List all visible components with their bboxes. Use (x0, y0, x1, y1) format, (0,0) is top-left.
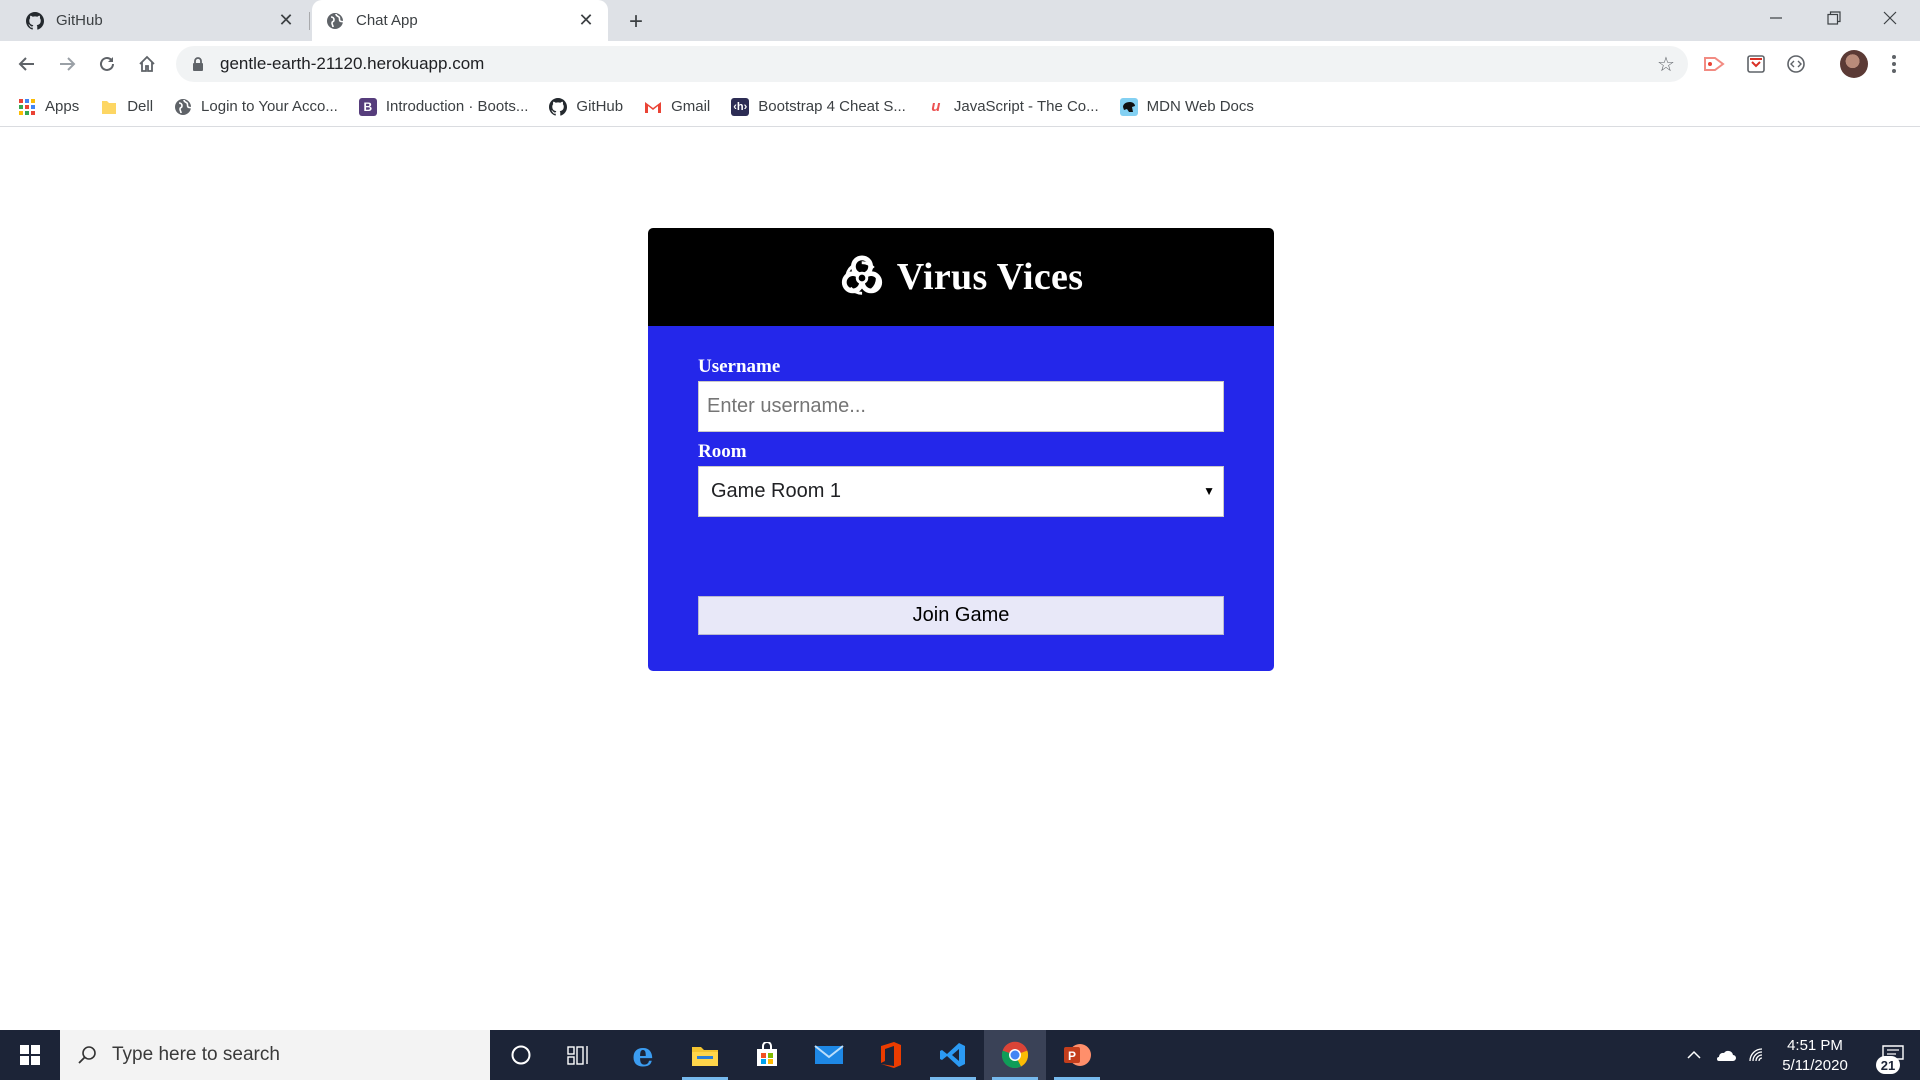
file-explorer-icon[interactable] (674, 1030, 736, 1080)
taskbar-clock[interactable]: 4:51 PM 5/11/2020 (1770, 1036, 1860, 1076)
powerpoint-icon[interactable]: P (1046, 1030, 1108, 1080)
dropdown-arrow-icon: ▼ (1203, 484, 1215, 498)
bookmark-label: Gmail (671, 98, 711, 115)
close-tab-icon[interactable]: ✕ (274, 9, 298, 33)
close-tab-icon[interactable]: ✕ (574, 9, 598, 33)
tab-title: Chat App (356, 12, 418, 29)
bookmark-javascript[interactable]: u JavaScript - The Co... (927, 98, 1099, 116)
bookmark-label: Apps (45, 98, 80, 115)
bookmark-bootstrap-cheat[interactable]: ‹h› Bootstrap 4 Cheat S... (731, 97, 906, 116)
mdn-icon (1119, 97, 1138, 116)
cast-extension-icon[interactable] (1702, 52, 1726, 76)
room-select[interactable]: Game Room 1 ▼ (698, 466, 1224, 517)
username-label: Username (698, 356, 781, 377)
microsoft-store-icon[interactable] (736, 1030, 798, 1080)
bookmarks-bar: Apps Dell Login to Your Acco... B Introd… (0, 87, 1920, 127)
bookmark-label: Login to Your Acco... (201, 98, 338, 115)
bookmark-label: JavaScript - The Co... (953, 98, 1099, 115)
tab-strip: GitHub ✕ Chat App ✕ + (0, 0, 1920, 41)
bookmark-bootstrap-intro[interactable]: B Introduction · Boots... (358, 97, 529, 116)
tab-github[interactable]: GitHub ✕ (12, 0, 308, 41)
room-selected-value: Game Room 1 (711, 480, 842, 502)
minimize-window-icon[interactable] (1748, 0, 1804, 36)
windows-taskbar: Type here to search e P 4:51 PM 5/11/202… (0, 1030, 1920, 1080)
bookmark-label: Dell (127, 98, 154, 115)
apps-grid-icon (18, 98, 36, 116)
code-extension-icon[interactable] (1784, 52, 1808, 76)
bookmark-login[interactable]: Login to Your Acco... (174, 98, 338, 116)
clock-time: 4:51 PM (1787, 1037, 1843, 1054)
taskbar-search-box[interactable]: Type here to search (60, 1030, 490, 1080)
office-icon[interactable] (860, 1030, 922, 1080)
join-form: Username Room Game Room 1 ▼ Join Game (648, 326, 1274, 671)
cortana-icon[interactable] (490, 1030, 552, 1080)
github-icon (549, 97, 568, 116)
app-title: Virus Vices (896, 256, 1084, 298)
bookmark-mdn[interactable]: MDN Web Docs (1119, 97, 1254, 116)
bookmark-label: Introduction · Boots... (385, 98, 529, 115)
gmail-icon (644, 98, 662, 116)
bookmark-star-icon[interactable]: ☆ (1654, 52, 1678, 76)
vscode-icon[interactable] (922, 1030, 984, 1080)
join-game-button[interactable]: Join Game (698, 596, 1224, 635)
chrome-icon[interactable] (984, 1030, 1046, 1080)
windows-start-icon[interactable] (0, 1030, 60, 1080)
room-label: Room (698, 441, 747, 462)
new-tab-button[interactable]: + (622, 8, 650, 36)
address-bar[interactable]: gentle-earth-21120.herokuapp.com ☆ (176, 46, 1688, 82)
github-icon (26, 11, 44, 30)
search-icon (76, 1044, 98, 1066)
browser-menu-icon[interactable] (1884, 51, 1904, 77)
card-header: Virus Vices (648, 228, 1274, 326)
bookmark-github[interactable]: GitHub (549, 97, 624, 116)
pocket-extension-icon[interactable] (1744, 52, 1768, 76)
bookmark-dell[interactable]: Dell (100, 98, 153, 116)
profile-avatar[interactable] (1840, 50, 1868, 78)
browser-toolbar: gentle-earth-21120.herokuapp.com ☆ (0, 41, 1920, 87)
search-placeholder: Type here to search (112, 1044, 280, 1065)
join-card: Virus Vices Username Room Game Room 1 ▼ … (648, 228, 1274, 671)
task-view-icon[interactable] (548, 1030, 610, 1080)
back-arrow-icon[interactable] (12, 49, 42, 79)
bookmark-label: GitHub (576, 98, 624, 115)
notification-count-badge: 21 (1876, 1056, 1900, 1074)
forward-arrow-icon[interactable] (52, 49, 82, 79)
bookmark-apps[interactable]: Apps (18, 98, 79, 116)
onedrive-cloud-icon[interactable] (1710, 1030, 1740, 1080)
bootstrap-icon: B (358, 97, 377, 116)
reload-icon[interactable] (92, 49, 122, 79)
tab-divider (309, 12, 310, 30)
close-window-icon[interactable] (1862, 0, 1918, 36)
home-icon[interactable] (132, 49, 162, 79)
hackerthemes-icon: ‹h› (731, 97, 750, 116)
page-content: Virus Vices Username Room Game Room 1 ▼ … (0, 128, 1920, 1028)
username-input[interactable] (698, 381, 1224, 432)
tab-title: GitHub (56, 12, 103, 29)
lock-icon (190, 56, 206, 72)
tab-chat-app[interactable]: Chat App ✕ (312, 0, 608, 41)
globe-icon (326, 12, 344, 30)
bookmark-label: MDN Web Docs (1146, 98, 1254, 115)
edge-icon[interactable]: e (612, 1030, 674, 1080)
url-text: gentle-earth-21120.herokuapp.com (220, 54, 485, 73)
folder-icon (100, 98, 118, 116)
wifi-icon[interactable] (1744, 1030, 1770, 1080)
bookmark-gmail[interactable]: Gmail (644, 98, 710, 116)
udemy-icon: u (931, 98, 941, 115)
clock-date: 5/11/2020 (1782, 1057, 1848, 1074)
biohazard-icon (841, 255, 882, 295)
svg-text:P: P (1068, 1049, 1076, 1063)
bookmark-label: Bootstrap 4 Cheat S... (758, 98, 906, 115)
restore-window-icon[interactable] (1806, 0, 1862, 36)
mail-icon[interactable] (798, 1030, 860, 1080)
show-hidden-icons-chevron[interactable] (1682, 1030, 1706, 1080)
globe-icon (174, 98, 192, 116)
